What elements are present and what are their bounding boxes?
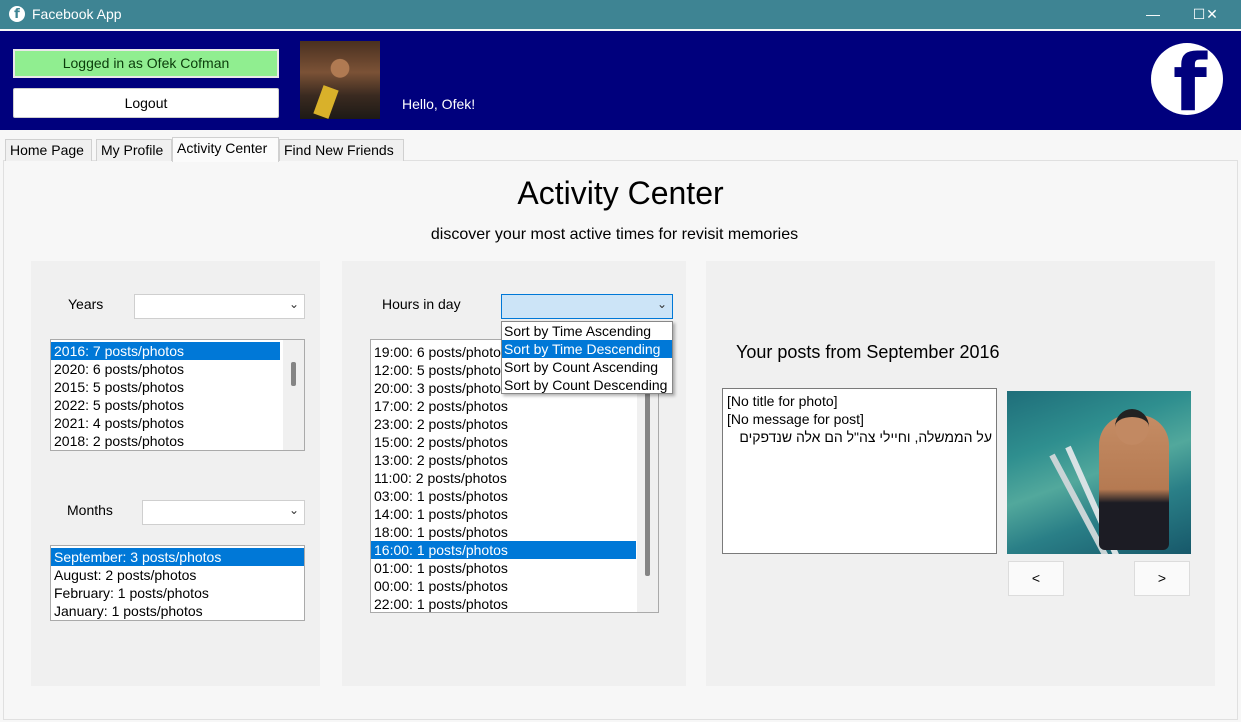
list-item[interactable]: 17:00: 2 posts/photos — [371, 397, 658, 415]
years-scrollbar[interactable] — [283, 340, 304, 450]
list-item[interactable]: 2021: 4 posts/photos — [51, 414, 304, 432]
list-item[interactable]: 2015: 5 posts/photos — [51, 378, 304, 396]
tab-activity-center[interactable]: Activity Center — [172, 137, 279, 162]
hours-label: Hours in day — [382, 296, 461, 312]
previous-post-button[interactable]: < — [1008, 561, 1064, 596]
greeting-text: Hello, Ofek! — [402, 96, 476, 112]
list-item[interactable]: 03:00: 1 posts/photos — [371, 487, 658, 505]
list-item[interactable]: 14:00: 1 posts/photos — [371, 505, 658, 523]
dropdown-option[interactable]: Sort by Count Ascending — [502, 358, 672, 376]
list-item[interactable]: February: 1 posts/photos — [51, 584, 304, 602]
facebook-icon: f — [9, 6, 25, 22]
list-item[interactable]: 00:00: 1 posts/photos — [371, 577, 658, 595]
hours-sort-dropdown[interactable]: Sort by Time Ascending Sort by Time Desc… — [501, 321, 673, 394]
post-photo — [1007, 391, 1191, 554]
tab-find-new-friends[interactable]: Find New Friends — [279, 139, 404, 161]
years-label: Years — [68, 296, 104, 312]
tab-home-page[interactable]: Home Page — [5, 139, 92, 161]
post-line: [No message for post] — [727, 411, 864, 427]
months-sort-combo[interactable]: ⌄ — [142, 500, 305, 525]
list-item[interactable]: 2022: 5 posts/photos — [51, 396, 304, 414]
list-item[interactable]: 2018: 2 posts/photos — [51, 432, 304, 450]
window-titlebar: f Facebook App — ☐ ✕ — [0, 0, 1241, 29]
list-item[interactable]: 13:00: 2 posts/photos — [371, 451, 658, 469]
post-text-box[interactable]: [No title for photo] [No message for pos… — [722, 388, 997, 554]
chevron-down-icon: ⌄ — [288, 503, 299, 517]
hours-sort-combo[interactable]: ⌄ — [501, 294, 673, 319]
post-line: [No title for photo] — [727, 393, 838, 409]
years-listbox[interactable]: 2016: 7 posts/photos 2020: 6 posts/photo… — [50, 339, 305, 451]
dropdown-option[interactable]: Sort by Time Ascending — [502, 322, 672, 340]
chevron-down-icon: ⌄ — [656, 297, 667, 311]
close-button[interactable]: ✕ — [1189, 0, 1235, 29]
dropdown-option[interactable]: Sort by Time Descending — [502, 340, 672, 358]
window-title: Facebook App — [32, 6, 122, 22]
years-sort-combo[interactable]: ⌄ — [134, 294, 305, 319]
next-post-button[interactable]: > — [1134, 561, 1190, 596]
years-months-panel — [31, 261, 320, 686]
dropdown-option[interactable]: Sort by Count Descending — [502, 376, 672, 393]
list-item[interactable]: 16:00: 1 posts/photos — [371, 541, 636, 559]
tab-my-profile[interactable]: My Profile — [96, 139, 172, 161]
list-item[interactable]: September: 3 posts/photos — [51, 548, 304, 566]
posts-title: Your posts from September 2016 — [736, 342, 1000, 362]
app-header: Logged in as Ofek Cofman Logout Hello, O… — [0, 31, 1241, 130]
logout-button[interactable]: Logout — [13, 88, 279, 118]
list-item[interactable]: August: 2 posts/photos — [51, 566, 304, 584]
post-line: על הממשלה, וחיילי צה"ל הם אלה שנדפקים — [739, 429, 992, 445]
list-item[interactable]: 18:00: 1 posts/photos — [371, 523, 658, 541]
logged-in-button[interactable]: Logged in as Ofek Cofman — [13, 49, 279, 78]
list-item[interactable]: 2020: 6 posts/photos — [51, 360, 304, 378]
page-subtitle: discover your most active times for revi… — [430, 226, 799, 243]
profile-avatar — [300, 41, 380, 119]
list-item[interactable]: 22:00: 1 posts/photos — [371, 595, 658, 612]
list-item[interactable]: 2016: 7 posts/photos — [51, 342, 280, 360]
months-label: Months — [67, 502, 113, 518]
page-title: Activity Center — [517, 175, 724, 211]
list-item[interactable]: 01:00: 1 posts/photos — [371, 559, 658, 577]
facebook-logo-icon: f — [1151, 43, 1223, 124]
list-item[interactable]: January: 1 posts/photos — [51, 602, 304, 620]
list-item[interactable]: 15:00: 2 posts/photos — [371, 433, 658, 451]
chevron-down-icon: ⌄ — [288, 297, 299, 311]
months-listbox[interactable]: September: 3 posts/photos August: 2 post… — [50, 545, 305, 621]
list-item[interactable]: 23:00: 2 posts/photos — [371, 415, 658, 433]
list-item[interactable]: 11:00: 2 posts/photos — [371, 469, 658, 487]
